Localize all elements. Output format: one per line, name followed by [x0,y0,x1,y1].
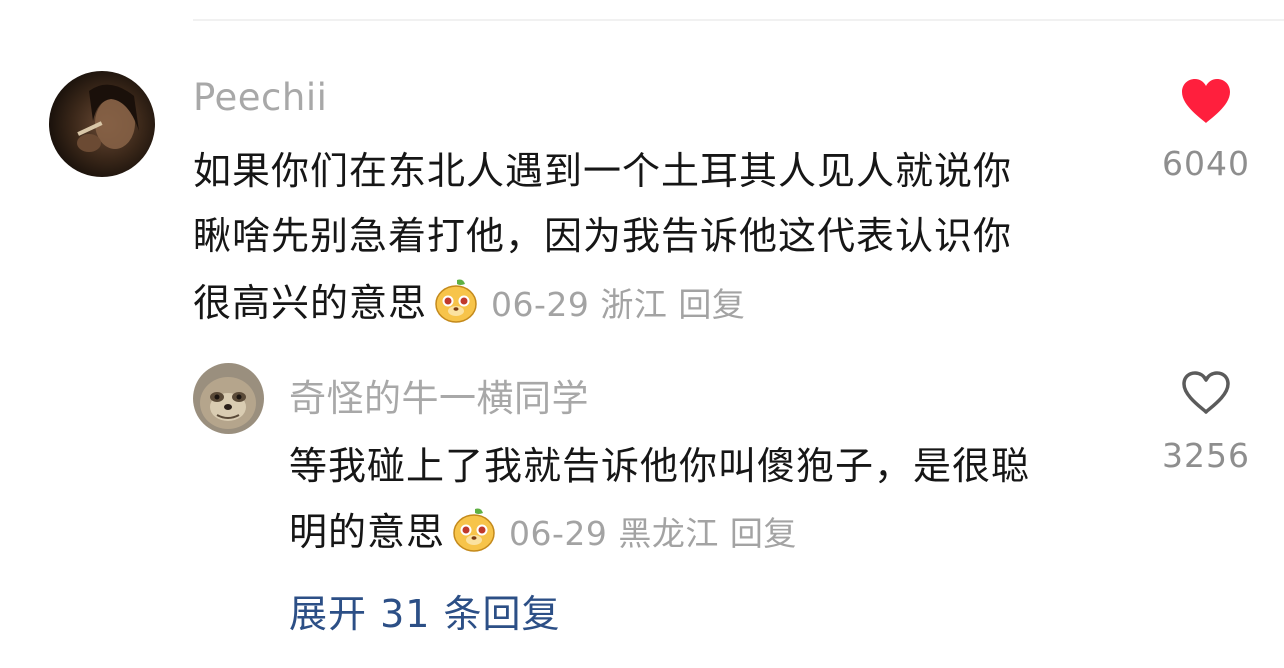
comment-location: 浙江 [600,285,668,324]
like-control[interactable]: 6040 [1151,78,1261,183]
comment-text-line: 瞅啥先别急着打他，因为我告诉他这代表认识你 [193,214,1013,258]
comment-text-end: 很高兴的意思 [193,281,428,325]
reply-meta: 06-29 黑龙江 回复 [509,514,797,553]
reply-like-count: 3256 [1162,436,1250,475]
divider [193,19,1284,21]
bear-emoji-icon [433,278,479,324]
reply-date: 06-29 [509,514,608,553]
comment-username[interactable]: Peechii [193,76,327,119]
reply-button[interactable]: 回复 [730,514,797,553]
heart-outline-icon[interactable] [1180,370,1232,416]
reply-text-end: 明的意思 [289,510,446,554]
reply-text-line-last: 明的意思 06-29 黑龙江 回复 [289,501,797,556]
avatar-image [49,71,155,177]
reply-button[interactable]: 回复 [678,285,745,324]
expand-replies-link[interactable]: 展开 31 条回复 [289,583,561,638]
like-count: 6040 [1162,144,1250,183]
bear-emoji-icon [451,507,497,553]
reply-location: 黑龙江 [618,514,719,553]
comment-meta: 06-29 浙江 回复 [491,285,745,324]
comment-text-line-last: 很高兴的意思 06-29 浙江 回复 [193,272,745,327]
sloth-avatar-image [193,363,264,434]
comment-date: 06-29 [491,285,590,324]
comment-text-line: 如果你们在东北人遇到一个土耳其人见人就说你 [193,149,1013,193]
reply-like-control[interactable]: 3256 [1151,370,1261,475]
reply-avatar[interactable] [193,363,264,434]
reply-username[interactable]: 奇怪的牛一横同学 [289,368,589,422]
reply-text-line: 等我碰上了我就告诉他你叫傻狍子，是很聪 [289,444,1031,488]
avatar[interactable] [49,71,155,177]
heart-filled-icon[interactable] [1180,78,1232,124]
